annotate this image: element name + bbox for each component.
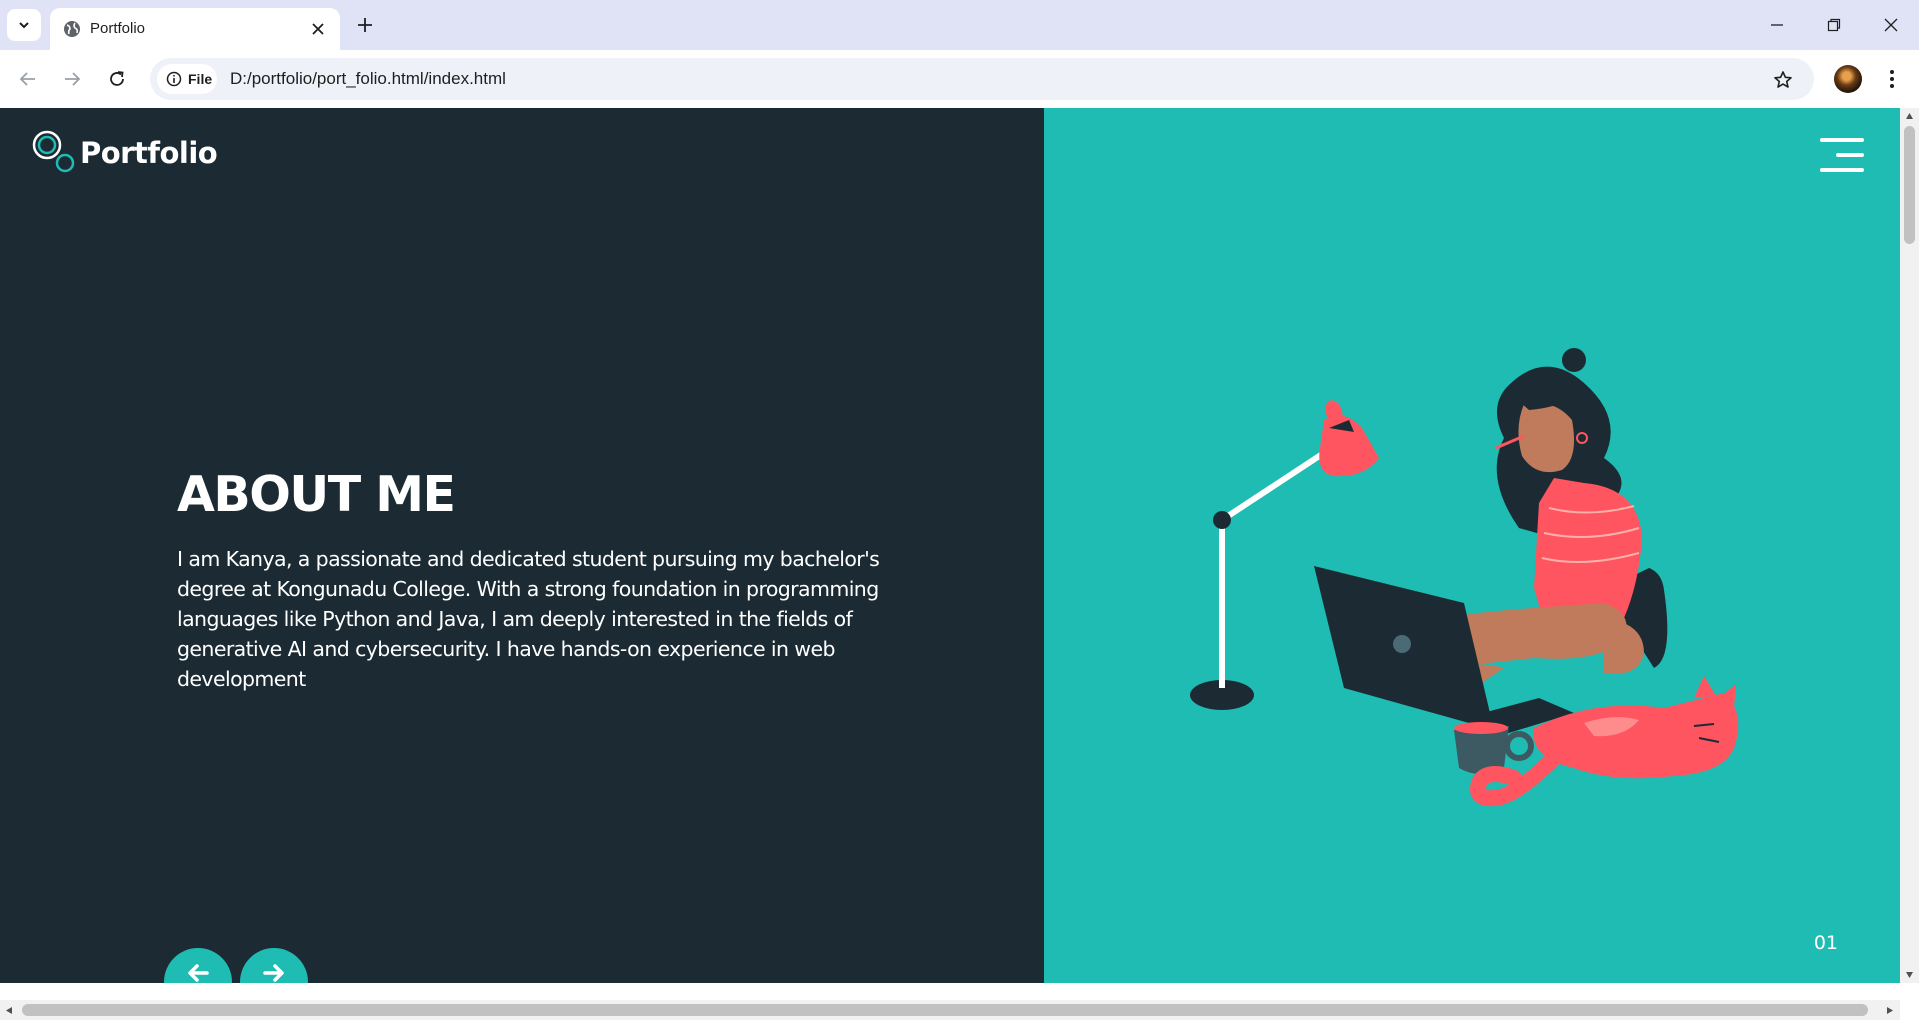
chevron-down-icon — [19, 22, 29, 29]
scroll-down-icon — [1906, 972, 1913, 978]
reload-icon — [110, 71, 124, 86]
scroll-left-icon — [6, 1007, 12, 1014]
site-chip-label: File — [188, 71, 213, 87]
more-vertical-icon — [1890, 70, 1894, 88]
restore-icon — [1827, 18, 1841, 32]
minimize-button[interactable] — [1762, 12, 1792, 38]
page-bottom-strip — [0, 983, 1900, 1000]
globe-icon — [64, 21, 80, 37]
site-logo[interactable]: Portfolio — [30, 128, 218, 176]
about-panel: Portfolio ABOUT ME I am Kanya, a passion… — [0, 108, 1044, 983]
slide-number: 01 — [1813, 932, 1838, 954]
circles-logo-icon — [32, 130, 75, 173]
arrow-right-icon — [263, 964, 284, 982]
minimize-icon — [1771, 24, 1783, 26]
tab-search-button[interactable] — [7, 9, 41, 41]
vertical-scroll-thumb[interactable] — [1904, 126, 1915, 244]
new-tab-button[interactable] — [352, 12, 378, 38]
close-window-button[interactable] — [1876, 12, 1906, 38]
close-icon — [1884, 18, 1898, 32]
reload-button[interactable] — [103, 65, 131, 93]
hamburger-menu-icon[interactable] — [1820, 138, 1864, 174]
about-paragraph: I am Kanya, a passionate and dedicated s… — [177, 547, 880, 691]
forward-button[interactable] — [58, 65, 86, 93]
restore-button[interactable] — [1819, 12, 1849, 38]
logo-text: Portfolio — [80, 136, 218, 170]
url-text[interactable]: D:/portfolio/port_folio.html/index.html — [230, 69, 506, 89]
site-info-chip[interactable]: File — [157, 64, 217, 94]
browser-menu-button[interactable] — [1878, 65, 1906, 93]
menu-bar — [1836, 153, 1864, 157]
scroll-up-icon — [1906, 113, 1913, 119]
bookmark-button[interactable] — [1770, 67, 1796, 93]
browser-toolbar: File D:/portfolio/port_folio.html/index.… — [0, 50, 1919, 108]
prev-slide-button[interactable] — [164, 948, 232, 983]
tab-close-button[interactable] — [306, 17, 330, 41]
back-button[interactable] — [14, 65, 42, 93]
next-slide-button[interactable] — [240, 948, 308, 983]
woman-laptop-cat-illustration — [1190, 348, 1739, 807]
browser-tab-strip: Portfolio — [0, 0, 1919, 50]
horizontal-scroll-thumb[interactable] — [22, 1004, 1868, 1016]
illustration-panel: 01 — [1044, 108, 1900, 983]
arrow-left-icon — [19, 72, 35, 86]
about-heading: ABOUT ME — [177, 466, 456, 523]
browser-tab[interactable]: Portfolio — [50, 8, 340, 50]
scroll-right-icon — [1887, 1007, 1893, 1014]
arrow-left-icon — [188, 964, 209, 982]
info-icon — [166, 71, 182, 87]
plus-icon — [358, 18, 372, 32]
profile-avatar[interactable] — [1834, 65, 1862, 93]
close-icon — [312, 23, 324, 35]
tab-title: Portfolio — [90, 20, 146, 37]
horizontal-scrollbar[interactable] — [0, 1000, 1900, 1020]
vertical-scrollbar[interactable] — [1900, 108, 1919, 983]
star-icon — [1774, 71, 1792, 88]
address-bar[interactable]: File D:/portfolio/port_folio.html/index.… — [150, 58, 1814, 100]
page-viewport: Portfolio ABOUT ME I am Kanya, a passion… — [0, 108, 1900, 983]
arrow-right-icon — [65, 72, 81, 86]
menu-bar — [1820, 138, 1864, 142]
menu-bar — [1820, 168, 1864, 172]
